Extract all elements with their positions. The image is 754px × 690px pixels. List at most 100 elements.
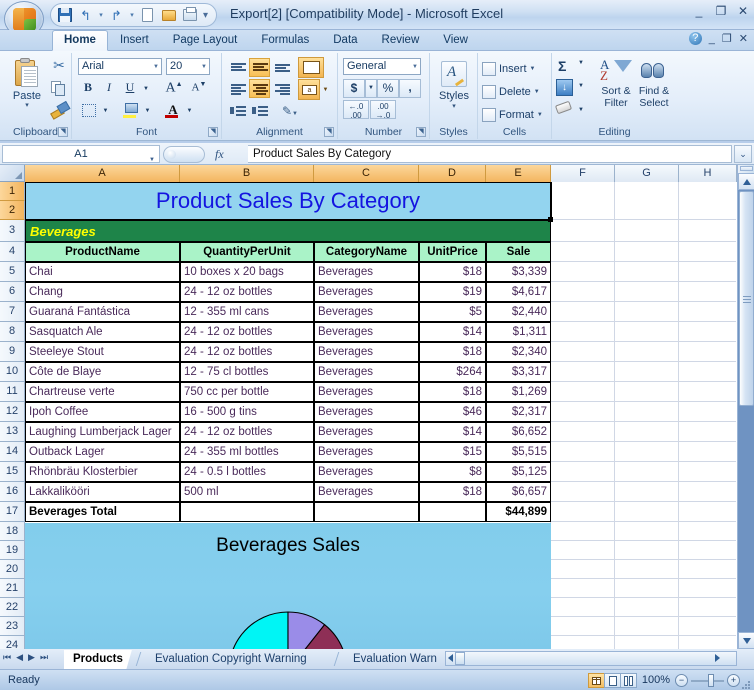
row-header-14[interactable]: 14 — [0, 442, 25, 462]
column-header-g[interactable]: G — [615, 165, 679, 182]
prev-sheet-button[interactable]: ◀ — [16, 652, 23, 663]
number-dialog-launcher[interactable]: ◥ — [416, 127, 426, 137]
table-row[interactable]: 24 - 355 ml bottles — [180, 442, 314, 462]
tab-view[interactable]: View — [431, 30, 480, 51]
tab-home[interactable]: Home — [52, 30, 108, 51]
table-row[interactable]: $14 — [419, 322, 486, 342]
first-sheet-button[interactable]: ⏮ — [3, 652, 11, 663]
header-categoryname[interactable]: CategoryName — [314, 242, 419, 262]
table-row[interactable]: Côte de Blaye — [25, 362, 180, 382]
tab-insert[interactable]: Insert — [108, 30, 161, 51]
table-row[interactable]: Beverages — [314, 482, 419, 502]
tab-page-layout[interactable]: Page Layout — [161, 30, 250, 51]
row-header-19[interactable]: 19 — [0, 541, 25, 560]
row-header-6[interactable]: 6 — [0, 282, 25, 302]
table-row[interactable]: Rhönbräu Klosterbier — [25, 462, 180, 482]
merge-center-dropdown[interactable]: ▼ — [321, 79, 330, 98]
table-row[interactable]: $6,652 — [486, 422, 551, 442]
table-row[interactable]: $18 — [419, 382, 486, 402]
fill-color-dropdown[interactable]: ▼ — [142, 101, 153, 120]
open-button[interactable] — [159, 6, 178, 25]
fill-color-button[interactable] — [120, 101, 142, 120]
currency-button[interactable]: $ — [343, 79, 365, 98]
page-break-view-button[interactable] — [620, 673, 637, 688]
table-row[interactable]: $18 — [419, 262, 486, 282]
column-header-b[interactable]: B — [180, 165, 314, 182]
minimize-button[interactable]: _ — [692, 4, 706, 18]
cell-a1-title[interactable]: Product Sales By Category — [25, 182, 551, 220]
row-header-21[interactable]: 21 — [0, 579, 25, 598]
tab-review[interactable]: Review — [370, 30, 432, 51]
table-row[interactable]: 12 - 355 ml cans — [180, 302, 314, 322]
row-header-9[interactable]: 9 — [0, 342, 25, 362]
page-layout-view-button[interactable] — [604, 673, 621, 688]
table-row[interactable]: $15 — [419, 442, 486, 462]
currency-dropdown[interactable]: ▼ — [365, 79, 377, 98]
row-header-3[interactable]: 3 — [0, 220, 25, 242]
top-align-button[interactable] — [227, 58, 248, 77]
vertical-scroll-thumb[interactable] — [739, 191, 754, 406]
clear-button[interactable] — [554, 100, 573, 117]
autosum-button[interactable]: Σ — [558, 58, 566, 74]
total-blank-b[interactable] — [180, 502, 314, 522]
table-row[interactable]: Beverages — [314, 422, 419, 442]
table-row[interactable]: $46 — [419, 402, 486, 422]
row-header-8[interactable]: 8 — [0, 322, 25, 342]
bottom-align-button[interactable] — [271, 58, 292, 77]
font-size-input[interactable]: 20 ▼ — [166, 58, 210, 75]
row-header-2[interactable]: 2 — [0, 201, 25, 220]
increase-indent-button[interactable] — [249, 101, 270, 120]
find-select-button[interactable]: Find & Select — [630, 57, 678, 109]
table-row[interactable]: Beverages — [314, 322, 419, 342]
table-row[interactable]: $3,317 — [486, 362, 551, 382]
vertical-scrollbar[interactable] — [737, 165, 754, 649]
column-header-a[interactable]: A — [25, 165, 180, 182]
last-sheet-button[interactable]: ⏭ — [40, 652, 48, 663]
row-header-15[interactable]: 15 — [0, 462, 25, 482]
expand-formula-bar-button[interactable]: ⌄ — [734, 145, 752, 163]
split-box[interactable] — [740, 166, 753, 171]
row-header-20[interactable]: 20 — [0, 560, 25, 579]
number-format-select[interactable]: General ▼ — [343, 58, 421, 75]
name-box[interactable]: A1 ▼ — [2, 145, 160, 163]
table-row[interactable]: 24 - 12 oz bottles — [180, 422, 314, 442]
table-row[interactable]: $18 — [419, 342, 486, 362]
middle-align-button[interactable] — [249, 58, 270, 77]
delete-cells-button[interactable]: Delete ▼ — [482, 82, 540, 101]
restore-button[interactable]: ❐ — [714, 4, 728, 18]
table-row[interactable]: $2,440 — [486, 302, 551, 322]
insert-function-icon[interactable]: fx — [215, 147, 224, 162]
save-button[interactable] — [55, 6, 74, 25]
styles-button[interactable]: Styles ▾ — [435, 61, 473, 117]
row-header-5[interactable]: 5 — [0, 262, 25, 282]
redo-button[interactable]: ↱ — [107, 6, 126, 25]
table-row[interactable]: Beverages — [314, 342, 419, 362]
undo-button[interactable]: ↰ — [76, 6, 95, 25]
column-header-h[interactable]: H — [679, 165, 737, 182]
table-row[interactable]: 24 - 12 oz bottles — [180, 322, 314, 342]
table-row[interactable]: $2,340 — [486, 342, 551, 362]
redo-dropdown[interactable]: ▾ — [128, 6, 136, 25]
formula-input[interactable]: Product Sales By Category — [248, 145, 732, 163]
fill-dropdown[interactable]: ▼ — [578, 83, 584, 89]
cell-a3-category[interactable]: Beverages — [25, 220, 551, 242]
column-header-c[interactable]: C — [314, 165, 419, 182]
borders-dropdown[interactable]: ▼ — [100, 101, 111, 120]
table-row[interactable]: Laughing Lumberjack Lager — [25, 422, 180, 442]
horizontal-scroll-thumb[interactable] — [455, 652, 465, 665]
table-row[interactable]: 24 - 0.5 l bottles — [180, 462, 314, 482]
table-row[interactable]: 16 - 500 g tins — [180, 402, 314, 422]
table-row[interactable]: 10 boxes x 20 bags — [180, 262, 314, 282]
insert-cells-button[interactable]: Insert ▼ — [482, 59, 535, 78]
table-row[interactable]: $1,311 — [486, 322, 551, 342]
table-row[interactable]: $1,269 — [486, 382, 551, 402]
decrease-decimal-button[interactable]: .00 →.0 — [370, 100, 396, 120]
total-blank-c[interactable] — [314, 502, 419, 522]
table-row[interactable]: $14 — [419, 422, 486, 442]
doc-minimize-button[interactable]: _ — [709, 33, 715, 45]
table-row[interactable]: 750 cc per bottle — [180, 382, 314, 402]
autosum-dropdown[interactable]: ▼ — [578, 60, 584, 66]
table-row[interactable]: $264 — [419, 362, 486, 382]
align-left-button[interactable] — [227, 79, 248, 98]
row-header-7[interactable]: 7 — [0, 302, 25, 322]
